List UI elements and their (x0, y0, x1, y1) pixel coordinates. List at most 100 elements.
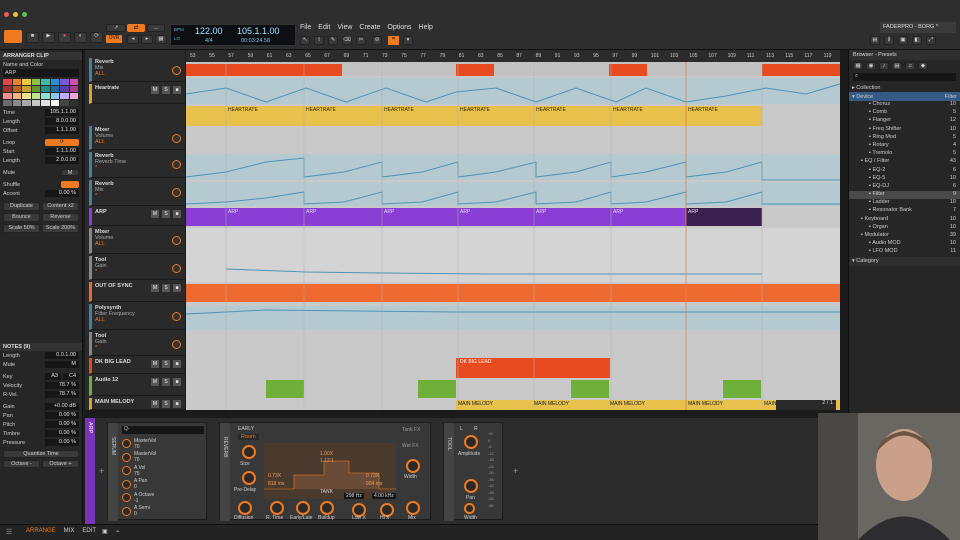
clip-label[interactable]: ARP (458, 208, 472, 216)
mixer-view-button[interactable]: ⫼ (884, 36, 894, 45)
color-swatch[interactable] (22, 86, 31, 92)
track-header[interactable]: OUT OF SYNC M S ■ (89, 282, 185, 302)
reverb-device[interactable]: REVERB EARLY Room Size Pre-Delay 0.73X 8… (219, 422, 431, 521)
hi-x-freq[interactable]: 4.00 kHz (372, 493, 396, 499)
clip-label[interactable]: HEARTRATE (458, 106, 492, 114)
track-header[interactable]: Reverb Mix ALL (89, 58, 185, 82)
browser-item[interactable]: ▪ Modulator 39 (849, 232, 960, 240)
tank-fx-button[interactable]: Tank FX (402, 427, 420, 433)
play-button[interactable]: ▶ (42, 32, 55, 43)
room-selector[interactable]: Room (238, 434, 259, 440)
browser-plugin-tab[interactable]: ◆ (918, 62, 928, 70)
zoom-window-button[interactable] (22, 12, 27, 17)
loop-toggle[interactable]: ⟳ (45, 139, 79, 146)
browser-item[interactable]: ▪ LFO MOD 11 (849, 248, 960, 256)
main-melody-clip[interactable]: MAIN MELODY (456, 400, 495, 408)
track-header[interactable]: Audio 12 M S ■ (89, 376, 185, 396)
arranger-timeline[interactable]: HEARTRATE HEARTRATE HEARTRATE HEARTRATE HEAR… (186, 62, 840, 410)
view-tab-mix[interactable]: MIX (64, 528, 75, 534)
expression-field-value[interactable]: 0.00 % (45, 430, 79, 437)
browser-item[interactable]: ▪ Filter 9 (849, 191, 960, 200)
clip-label[interactable]: ARP (534, 208, 548, 216)
menu-edit[interactable]: Edit (318, 24, 330, 31)
amplitude-knob[interactable] (464, 435, 478, 449)
mute-button[interactable]: M (61, 169, 79, 176)
color-swatch[interactable] (60, 100, 69, 106)
tempo-display[interactable]: 122.00 (195, 26, 223, 36)
bounce-button[interactable]: Bounce (3, 213, 40, 222)
expression-field-value[interactable]: +0.00 dB (45, 403, 79, 410)
color-swatch[interactable] (50, 93, 59, 99)
link-icon[interactable]: ⌁ (116, 528, 120, 535)
browser-item[interactable]: ▪ Resonator Bank 7 (849, 207, 960, 215)
quantize-time-button[interactable]: Quantize Time (3, 450, 79, 458)
serum-param[interactable]: MasterVol 70 (122, 437, 204, 451)
param-knob[interactable] (122, 439, 131, 449)
track-header[interactable]: DK BIG LEAD M S ■ (89, 358, 185, 374)
solo-button[interactable]: S (162, 360, 170, 368)
filter-button[interactable]: Filter (945, 94, 957, 100)
note-field-value[interactable]: M (45, 361, 79, 368)
expression-field-value[interactable]: 0.00 % (45, 439, 79, 446)
color-swatch[interactable] (41, 100, 50, 106)
arm-button[interactable]: ■ (173, 86, 181, 94)
add-device-button[interactable]: + (99, 466, 104, 476)
color-swatch[interactable] (22, 100, 31, 106)
status-menu-icon[interactable]: ☰ (6, 528, 12, 536)
color-swatch[interactable] (69, 86, 78, 92)
browser-item[interactable]: ▪ Organ 10 (849, 224, 960, 232)
browser-view-button[interactable]: ▣ (898, 36, 908, 45)
serum-search-input[interactable]: Q- (122, 426, 204, 434)
automation-knob[interactable] (172, 134, 181, 143)
param-knob[interactable] (122, 479, 131, 489)
browser-item[interactable]: ▪ Ladder 10 (849, 199, 960, 207)
automation-write-button[interactable]: ⇄ (127, 24, 145, 32)
clip-label[interactable]: HEARTRATE (686, 106, 720, 114)
bitwig-logo-icon[interactable] (4, 30, 22, 43)
track-header[interactable]: Mixer Volume ALL (89, 228, 185, 254)
time-select-tool-button[interactable]: I (314, 36, 324, 45)
serum-device[interactable]: SERUM Q- MasterVol 70 MasterVol 70 A Vol 75 A … (107, 422, 207, 521)
clip-label[interactable]: HEARTRATE (382, 106, 416, 114)
edit-tool-icon[interactable]: ▣ (102, 528, 108, 535)
color-swatch[interactable] (41, 86, 50, 92)
solo-button[interactable]: S (162, 210, 170, 218)
view-tab-edit[interactable]: EDIT (82, 528, 96, 534)
view-tab-arrange[interactable]: ARRANGE (26, 528, 56, 534)
color-swatch[interactable] (12, 79, 21, 85)
color-swatch[interactable] (31, 86, 40, 92)
browser-music-tab[interactable]: ♫ (905, 62, 915, 70)
automation-knob[interactable] (172, 188, 181, 197)
metronome-button[interactable]: ◐ (74, 32, 87, 43)
width-knob-tool[interactable] (464, 503, 475, 514)
clip-label[interactable]: HEARTRATE (304, 106, 338, 114)
wet-fx-button[interactable]: Wet FX (402, 443, 419, 449)
color-swatch[interactable] (12, 100, 21, 106)
color-swatch[interactable] (12, 86, 21, 92)
color-swatch[interactable] (31, 79, 40, 85)
loop-length-value[interactable]: 2.0.0.00 (45, 157, 79, 164)
fullscreen-button[interactable]: ⤢ (926, 36, 936, 45)
color-swatch[interactable] (31, 93, 40, 99)
automation-knob[interactable] (172, 66, 181, 75)
arm-button[interactable]: ■ (173, 360, 181, 368)
clip-label[interactable]: ARP (304, 208, 318, 216)
color-swatch[interactable] (31, 100, 40, 106)
menu-view[interactable]: View (337, 24, 352, 31)
color-swatch[interactable] (69, 100, 78, 106)
record-button[interactable]: ● (58, 32, 71, 43)
color-swatch[interactable] (22, 93, 31, 99)
expression-field-value[interactable]: 0.00 % (45, 421, 79, 428)
pan-knob[interactable] (464, 479, 478, 493)
track-header[interactable]: Mixer Volume ALL (89, 126, 185, 150)
position-display[interactable]: 105.1.1.00 (237, 26, 280, 36)
browser-item[interactable]: ▪ Rotary 4 (849, 142, 960, 150)
project-tab[interactable]: FADERPRO - BORG * (880, 22, 956, 33)
scale-50--button[interactable]: Scale 50% (3, 224, 40, 233)
clip-label[interactable]: HEARTRATE (226, 106, 260, 114)
main-melody-clip[interactable]: MAIN MELODY (532, 400, 571, 408)
category-row[interactable]: ▾ Category (849, 256, 960, 266)
clip-label[interactable]: ARP (686, 208, 700, 216)
inspector-view-button[interactable]: ◧ (912, 36, 922, 45)
param-knob[interactable] (122, 493, 131, 503)
